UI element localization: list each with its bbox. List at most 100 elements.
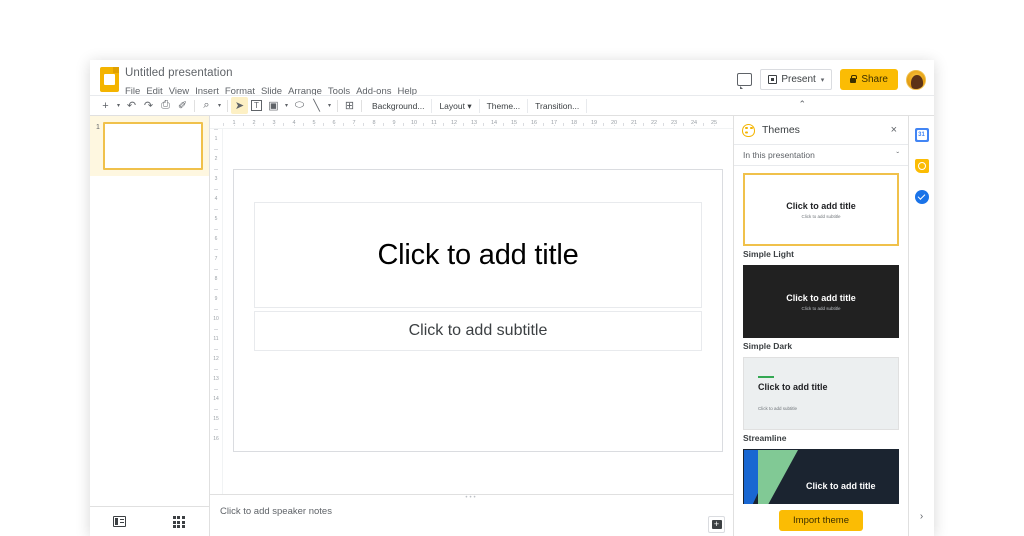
ruler-tick-h-15: 15	[504, 120, 524, 126]
google-tasks-icon[interactable]	[915, 190, 929, 204]
background-button[interactable]: Background...	[365, 99, 432, 113]
ruler-tick-h-9: 9	[384, 120, 404, 126]
comment-icon[interactable]	[737, 73, 752, 86]
horizontal-ruler[interactable]: 1234567891011121314151617181920212223242…	[210, 116, 733, 129]
theme-preview-streamline[interactable]: Click to add title Click to add subtitle	[743, 357, 899, 430]
subtitle-placeholder-text: Click to add subtitle	[409, 322, 548, 340]
present-button[interactable]: Present ▾	[760, 69, 832, 90]
slide-canvas[interactable]: Click to add title Click to add subtitle	[233, 169, 723, 452]
ruler-tick-h-25: 25	[704, 120, 724, 126]
theme-option-streamline[interactable]: Click to add title Click to add subtitle…	[743, 357, 899, 443]
line-caret-icon[interactable]: ▾	[325, 102, 334, 109]
drag-handle-icon[interactable]: •••	[465, 496, 477, 500]
print-icon[interactable]: ⎙	[157, 97, 174, 114]
theme-option-simple-light[interactable]: Click to add title Click to add subtitle…	[743, 173, 899, 259]
ruler-tick-h-8: 8	[364, 120, 384, 126]
import-theme-bar: Import theme	[734, 504, 908, 536]
avatar[interactable]	[906, 70, 926, 90]
ruler-tick-h-4: 4	[284, 120, 304, 126]
toolbar-divider	[227, 100, 228, 112]
header-actions: Present ▾ Share	[737, 65, 934, 90]
ruler-tick-h-5: 5	[304, 120, 324, 126]
ruler-tick-v-10: 10	[210, 309, 222, 329]
theme-button[interactable]: Theme...	[480, 99, 529, 113]
themes-list[interactable]: Click to add title Click to add subtitle…	[734, 166, 908, 504]
new-slide-caret-icon[interactable]: ▾	[114, 102, 123, 109]
close-icon[interactable]: ×	[888, 123, 900, 138]
add-note-icon[interactable]	[708, 516, 725, 533]
import-theme-button[interactable]: Import theme	[779, 510, 863, 531]
add-note-glyph	[712, 520, 722, 529]
lock-icon	[850, 78, 856, 83]
undo-icon[interactable]: ↶	[123, 97, 140, 114]
google-keep-icon[interactable]	[915, 159, 929, 173]
select-cursor-icon[interactable]: ➤	[231, 97, 248, 114]
zoom-icon[interactable]: ⌕	[198, 97, 215, 114]
shape-icon[interactable]: ⬭	[291, 97, 308, 114]
ruler-tick-h-10: 10	[404, 120, 424, 126]
share-button[interactable]: Share	[840, 69, 898, 90]
zoom-caret-icon[interactable]: ▾	[215, 102, 224, 109]
insert-image-icon[interactable]: ▣	[265, 97, 282, 114]
theme-preview-title: Click to add title	[786, 293, 856, 303]
ruler-tick-h-18: 18	[564, 120, 584, 126]
theme-preview-simple-light[interactable]: Click to add title Click to add subtitle	[743, 173, 899, 246]
subtitle-placeholder[interactable]: Click to add subtitle	[254, 311, 702, 351]
ruler-tick-h-16: 16	[524, 120, 544, 126]
ruler-tick-h-17: 17	[544, 120, 564, 126]
share-label: Share	[861, 74, 888, 85]
theme-preview-subtitle: Click to add subtitle	[801, 306, 840, 311]
new-slide-icon[interactable]: +	[97, 97, 114, 114]
themes-filter-dropdown[interactable]: In this presentation ˇ	[734, 144, 908, 166]
theme-option-navy[interactable]: Click to add title	[743, 449, 899, 504]
line-icon[interactable]: ╲	[308, 97, 325, 114]
insert-placeholder-icon[interactable]: ⊞	[341, 97, 358, 114]
title-placeholder[interactable]: Click to add title	[254, 202, 702, 308]
theme-preview-navy[interactable]: Click to add title	[743, 449, 899, 504]
toolbar-divider	[194, 100, 195, 112]
document-title[interactable]: Untitled presentation	[125, 66, 737, 81]
vertical-ruler[interactable]: 12345678910111213141516	[210, 129, 223, 494]
ruler-tick-v-12: 12	[210, 349, 222, 369]
ruler-tick-h-21: 21	[624, 120, 644, 126]
ruler-tick-v-1: 1	[210, 129, 222, 149]
themes-filter-label: In this presentation	[743, 150, 896, 160]
present-dropdown-caret-icon[interactable]: ▾	[821, 76, 825, 84]
grid-view-icon[interactable]	[173, 516, 186, 527]
present-screen-icon	[768, 75, 777, 84]
chevron-down-icon[interactable]: ˇ	[896, 151, 899, 160]
collapse-toolbar-icon[interactable]: ⌃	[798, 99, 806, 110]
ruler-tick-h-14: 14	[484, 120, 504, 126]
redo-icon[interactable]: ↷	[140, 97, 157, 114]
canvas-wrapper: 12345678910111213141516 Click to add tit…	[210, 129, 733, 494]
toolbar-divider	[361, 100, 362, 112]
ruler-tick-h-13: 13	[464, 120, 484, 126]
ruler-tick-v-16: 16	[210, 429, 222, 449]
theme-name-simple-dark: Simple Dark	[743, 341, 899, 351]
ruler-tick-h-19: 19	[584, 120, 604, 126]
theme-option-simple-dark[interactable]: Click to add title Click to add subtitle…	[743, 265, 899, 351]
app-header: Untitled presentation File Edit View Ins…	[90, 60, 934, 95]
google-calendar-icon[interactable]	[915, 128, 929, 142]
theme-preview-title: Click to add title	[806, 481, 876, 491]
paint-format-icon[interactable]: ✐	[174, 97, 191, 114]
ruler-tick-v-13: 13	[210, 369, 222, 389]
ruler-tick-v-14: 14	[210, 389, 222, 409]
transition-button[interactable]: Transition...	[528, 99, 587, 113]
insert-image-caret-icon[interactable]: ▾	[282, 102, 291, 109]
speaker-notes[interactable]: Click to add speaker notes	[210, 500, 733, 536]
theme-name-simple-light: Simple Light	[743, 249, 899, 259]
slide-thumbnail-preview[interactable]	[103, 122, 203, 170]
filmstrip-view-icon[interactable]	[113, 516, 126, 527]
slide-thumbnail-1[interactable]: 1	[90, 116, 209, 176]
ruler-tick-v-8: 8	[210, 269, 222, 289]
canvas-area[interactable]: Click to add title Click to add subtitle	[223, 129, 733, 494]
theme-preview-simple-dark[interactable]: Click to add title Click to add subtitle	[743, 265, 899, 338]
layout-button[interactable]: Layout ▾	[432, 99, 479, 113]
slide-number: 1	[93, 122, 103, 131]
theme-preview-title: Click to add title	[786, 201, 856, 211]
ruler-tick-v-4: 4	[210, 189, 222, 209]
ruler-tick-v-9: 9	[210, 289, 222, 309]
text-box-icon[interactable]: T	[251, 100, 262, 111]
expand-rail-icon[interactable]: ›	[920, 511, 923, 522]
